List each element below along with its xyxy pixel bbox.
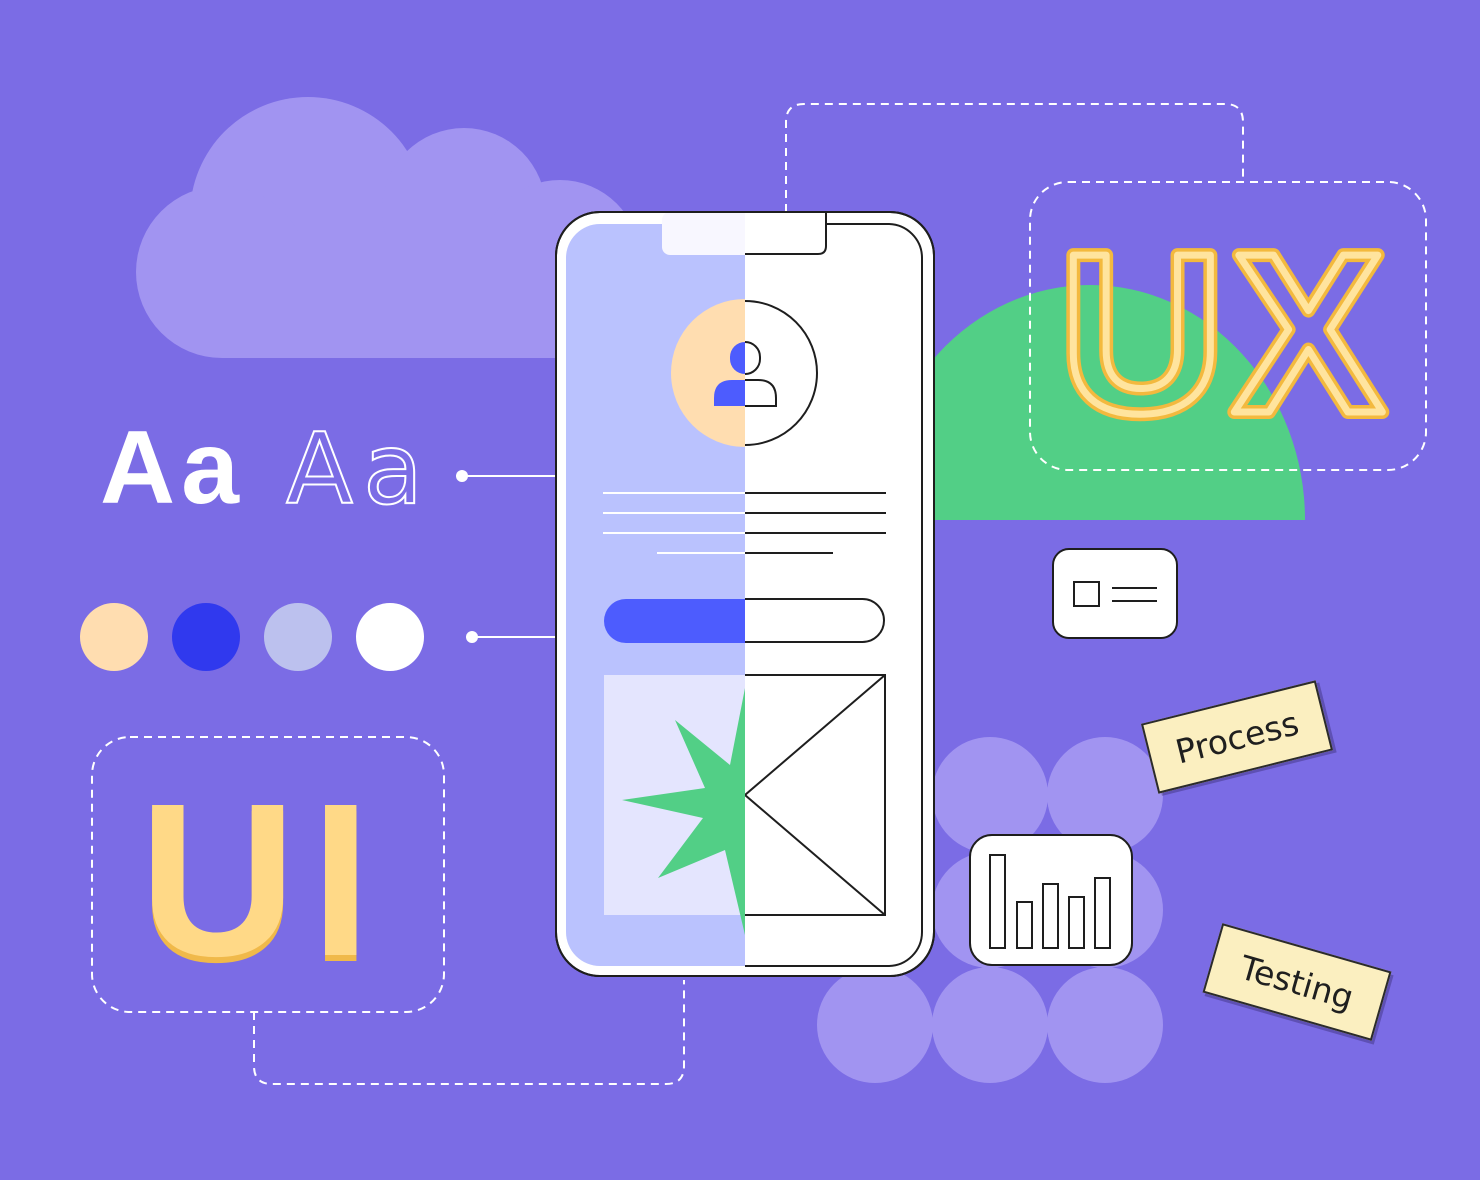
connector-dot xyxy=(456,470,468,482)
color-swatch-white xyxy=(356,603,424,671)
ux-label-outline: UX xyxy=(1060,207,1393,461)
bar-chart-icon xyxy=(969,834,1133,966)
typography-sample-bold: Aa xyxy=(100,410,245,526)
id-card-icon xyxy=(1052,548,1178,639)
typography-sample-light: Aa xyxy=(286,413,433,527)
testing-tag-label: Testing xyxy=(1235,947,1359,1017)
phone-mockup xyxy=(555,211,935,977)
ui-label: UI xyxy=(139,759,385,1002)
process-tag-label: Process xyxy=(1171,702,1303,772)
connector-dot xyxy=(466,631,478,643)
color-swatch-peach xyxy=(80,603,148,671)
color-swatch-blue xyxy=(172,603,240,671)
illustration-canvas: Aa Aa UI UI UX UX Process Testing xyxy=(0,0,1480,1180)
color-swatch-lavender xyxy=(264,603,332,671)
connectors xyxy=(462,475,556,638)
